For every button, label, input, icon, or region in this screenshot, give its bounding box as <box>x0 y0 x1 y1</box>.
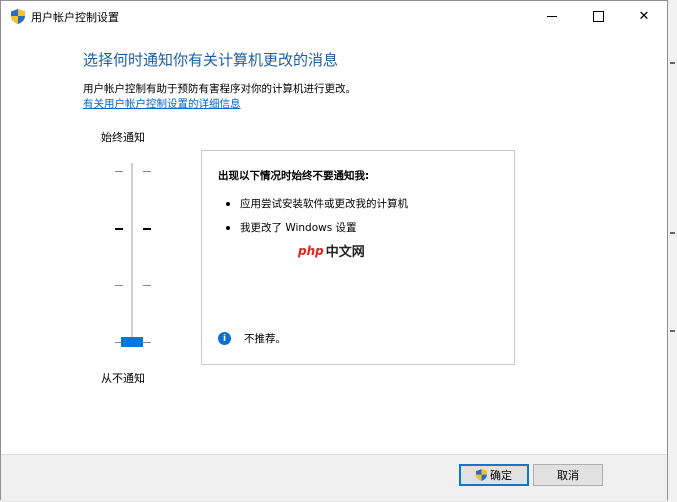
panel-title: 出现以下情况时始终不要通知我: <box>218 170 370 182</box>
minimize-button[interactable] <box>529 1 575 31</box>
list-item-text: 我更改了 Windows 设置 <box>240 222 357 234</box>
info-icon: i <box>218 332 231 345</box>
title-bar: 用户帐户控制设置 ✕ <box>1 1 667 31</box>
watermark-cn: 中文网 <box>325 245 365 260</box>
description-text: 用户帐户控制有助于预防有害程序对你的计算机进行更改。 <box>83 83 356 95</box>
slider-tick <box>115 171 123 172</box>
slider-tick <box>143 285 151 286</box>
recommendation-note: i 不推荐。 <box>218 331 286 346</box>
slider-tick <box>115 228 123 230</box>
slider-bottom-label: 从不通知 <box>101 372 145 385</box>
background-window-edge <box>667 0 677 502</box>
slider-tick <box>115 285 123 286</box>
cancel-button[interactable]: 取消 <box>533 464 603 486</box>
level-description-panel: 出现以下情况时始终不要通知我: 应用尝试安装软件或更改我的计算机 我更改了 Wi… <box>201 150 515 365</box>
maximize-icon <box>592 10 604 22</box>
slider-track[interactable] <box>131 163 133 347</box>
note-text: 不推荐。 <box>244 333 286 345</box>
ok-button[interactable]: 确定 <box>459 464 529 486</box>
ok-button-label: 确定 <box>490 469 512 482</box>
notification-level-slider[interactable] <box>111 151 155 361</box>
cancel-button-label: 取消 <box>557 469 579 482</box>
watermark-php: php <box>298 243 324 258</box>
bullet-icon <box>226 225 230 230</box>
slider-thumb[interactable] <box>121 337 143 347</box>
list-item: 应用尝试安装软件或更改我的计算机 <box>226 196 408 211</box>
window-title: 用户帐户控制设置 <box>31 11 119 24</box>
dialog-footer: 确定 取消 <box>1 454 667 501</box>
page-title: 选择何时通知你有关计算机更改的消息 <box>83 51 339 69</box>
minimize-icon <box>547 15 557 17</box>
slider-top-label: 始终通知 <box>101 131 145 144</box>
maximize-button[interactable] <box>575 1 621 31</box>
uac-shield-icon <box>11 9 25 24</box>
slider-tick <box>143 228 151 230</box>
details-link[interactable]: 有关用户帐户控制设置的详细信息 <box>83 96 241 111</box>
bullet-icon <box>226 201 230 206</box>
watermark: php 中文网 <box>298 241 365 261</box>
close-icon: ✕ <box>638 8 650 24</box>
slider-tick <box>143 342 151 343</box>
list-item: 我更改了 Windows 设置 <box>226 220 357 235</box>
uac-settings-dialog: 用户帐户控制设置 ✕ 选择何时通知你有关计算机更改的消息 用户帐户控制有助于预防… <box>0 0 668 501</box>
slider-tick <box>143 171 151 172</box>
uac-shield-icon <box>476 469 487 481</box>
close-button[interactable]: ✕ <box>621 1 667 31</box>
list-item-text: 应用尝试安装软件或更改我的计算机 <box>240 198 408 210</box>
